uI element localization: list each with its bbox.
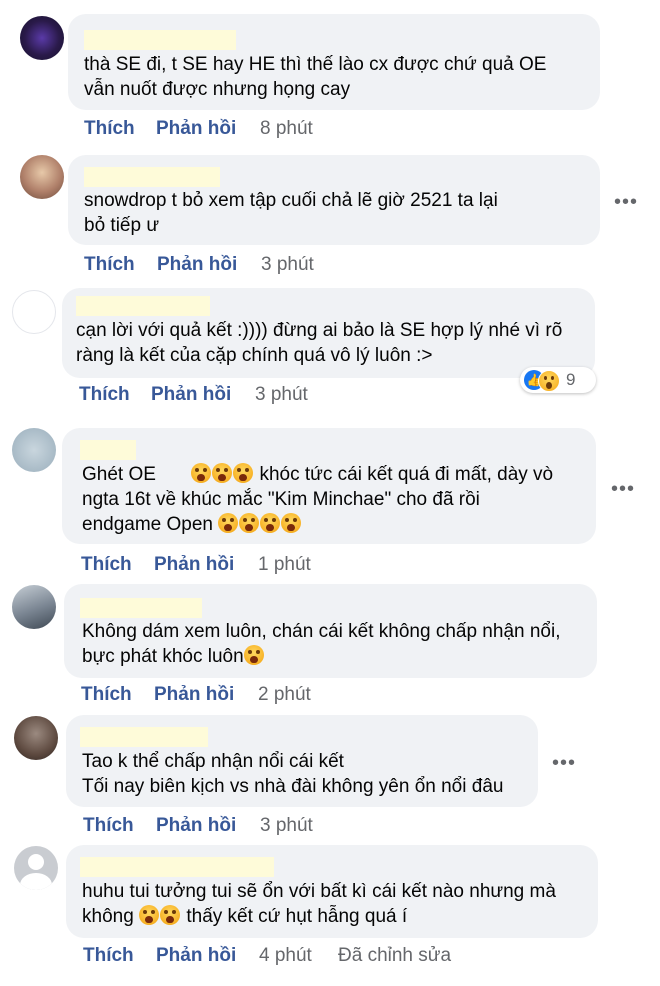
- loudly-crying-face-emoji: [239, 513, 260, 533]
- comment-text: thà SE đi, t SE hay HE thì thế lào cx đư…: [84, 54, 547, 100]
- redacted-author-name: [84, 167, 220, 187]
- loudly-crying-face-emoji: [243, 645, 264, 665]
- redacted-author-name: [80, 440, 136, 460]
- loudly-crying-face-emoji: [139, 905, 160, 925]
- redacted-author-name: [80, 727, 208, 747]
- redacted-author-name: [84, 30, 236, 50]
- avatar[interactable]: [14, 716, 58, 760]
- redacted-author-name: [76, 296, 210, 316]
- comment-bubble: snowdrop t bỏ xem tập cuối chả lẽ giờ 25…: [68, 155, 600, 245]
- comment-bubble: Ghét OE khóc tức cái kết quá đi mất, dày…: [62, 428, 596, 544]
- comment-text-line: endgame Open: [82, 512, 302, 537]
- redacted-author-name: [80, 598, 202, 618]
- reaction-count: 9: [566, 370, 576, 389]
- comment-text-line: không thấy kết cứ hụt hẫng quá í: [82, 905, 408, 927]
- comment-text: snowdrop t bỏ xem tập cuối chả lẽ giờ 25…: [84, 190, 498, 236]
- reply-button[interactable]: Phản hồi: [156, 814, 236, 838]
- loudly-crying-face-emoji: [191, 463, 212, 483]
- like-button[interactable]: Thích: [83, 944, 134, 968]
- reply-button[interactable]: Phản hồi: [156, 117, 236, 141]
- more-options-icon[interactable]: •••: [549, 753, 579, 773]
- more-options-icon[interactable]: •••: [611, 192, 641, 212]
- comment-timestamp[interactable]: 3 phút: [260, 814, 313, 838]
- loudly-crying-face-emoji: [260, 513, 281, 533]
- avatar[interactable]: [20, 155, 64, 199]
- comment-bubble: Tao k thể chấp nhận nổi cái kết Tối nay …: [66, 715, 538, 807]
- comment-text: cạn lời với quả kết :)))) đừng ai bảo là…: [76, 320, 563, 366]
- comment-bubble: thà SE đi, t SE hay HE thì thế lào cx đư…: [68, 14, 600, 110]
- like-button[interactable]: Thích: [84, 253, 135, 277]
- reply-button[interactable]: Phản hồi: [154, 553, 234, 577]
- wow-reaction-icon: [538, 370, 560, 392]
- like-button[interactable]: Thích: [81, 683, 132, 707]
- loudly-crying-face-emoji: [281, 513, 302, 533]
- comment-timestamp[interactable]: 8 phút: [260, 117, 313, 141]
- comment-text-line: huhu tui tưởng tui sẽ ổn với bất kì cái …: [82, 881, 556, 902]
- comment-text: Tao k thể chấp nhận nổi cái kết Tối nay …: [82, 751, 504, 797]
- loudly-crying-face-emoji: [218, 513, 239, 533]
- comment-timestamp[interactable]: 3 phút: [261, 253, 314, 277]
- reply-button[interactable]: Phản hồi: [157, 253, 237, 277]
- comment-text-line: ngta 16t về khúc mắc "Kim Minchae" cho đ…: [82, 489, 480, 510]
- loudly-crying-face-emoji: [233, 463, 254, 483]
- comment-bubble: huhu tui tưởng tui sẽ ổn với bất kì cái …: [66, 845, 598, 938]
- like-button[interactable]: Thích: [83, 814, 134, 838]
- reply-button[interactable]: Phản hồi: [151, 383, 231, 407]
- like-button[interactable]: Thích: [79, 383, 130, 407]
- loudly-crying-face-emoji: [212, 463, 233, 483]
- avatar[interactable]: [14, 846, 58, 890]
- reaction-summary[interactable]: 👍 9: [520, 367, 596, 393]
- default-avatar-icon: [28, 854, 44, 870]
- comment-text-line: Không dám xem luôn, chán cái kết không c…: [82, 621, 561, 642]
- comment-text-line: bực phát khóc luôn: [82, 644, 265, 669]
- reply-button[interactable]: Phản hồi: [154, 683, 234, 707]
- comment-timestamp[interactable]: 2 phút: [258, 683, 311, 707]
- avatar[interactable]: [20, 16, 64, 60]
- comment-bubble: cạn lời với quả kết :)))) đừng ai bảo là…: [62, 288, 595, 378]
- like-button[interactable]: Thích: [84, 117, 135, 141]
- loudly-crying-face-emoji: [160, 905, 181, 925]
- avatar[interactable]: [12, 428, 56, 472]
- more-options-icon[interactable]: •••: [608, 479, 638, 499]
- comment-text-line: Ghét OE khóc tức cái kết quá đi mất, dày…: [82, 463, 554, 485]
- reply-button[interactable]: Phản hồi: [156, 944, 236, 968]
- like-button[interactable]: Thích: [81, 553, 132, 577]
- comment-timestamp[interactable]: 4 phút: [259, 944, 312, 968]
- redacted-author-name: [80, 857, 274, 877]
- comment-timestamp[interactable]: 1 phút: [258, 553, 311, 577]
- edited-indicator[interactable]: Đã chỉnh sửa: [338, 944, 451, 968]
- avatar[interactable]: [12, 585, 56, 629]
- avatar[interactable]: [12, 290, 56, 334]
- comment-timestamp[interactable]: 3 phút: [255, 383, 308, 407]
- comment-bubble: Không dám xem luôn, chán cái kết không c…: [64, 584, 597, 678]
